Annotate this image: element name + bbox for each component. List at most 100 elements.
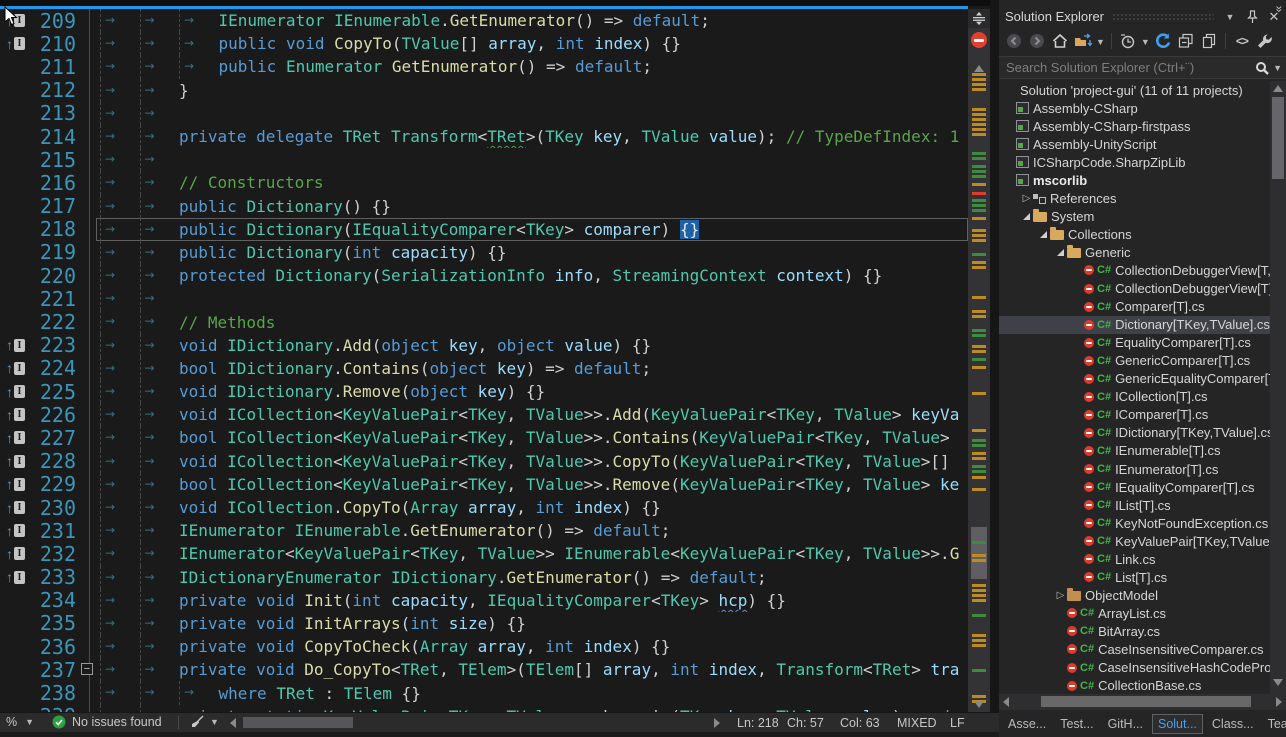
line-number[interactable]: 213: [30, 101, 76, 125]
pending-changes-button[interactable]: [1118, 31, 1138, 51]
line-number[interactable]: 226: [30, 403, 76, 427]
tree-item[interactable]: C#List[T].cs: [999, 568, 1286, 586]
home-button[interactable]: [1050, 31, 1070, 51]
code-cleanup-button[interactable]: ▼: [190, 715, 219, 729]
implements-interface-icon[interactable]: ↑I: [0, 542, 30, 565]
tree-item[interactable]: ICSharpCode.SharpZipLib: [999, 153, 1286, 171]
tree-item[interactable]: C#IEqualityComparer[T].cs: [999, 478, 1286, 496]
tree-item[interactable]: C#Link.cs: [999, 550, 1286, 568]
line-number[interactable]: 234: [30, 588, 76, 612]
implements-interface-icon[interactable]: ↑I: [0, 519, 30, 542]
refresh-button[interactable]: [1153, 31, 1173, 51]
tree-item[interactable]: mscorlib: [999, 171, 1286, 189]
chevron-down-icon[interactable]: ▼: [1273, 63, 1282, 73]
code-line[interactable]: 237−private void Do_CopyTo<TRet, TElem>(…: [0, 658, 968, 681]
code-text[interactable]: void ICollection.CopyTo(Array array, int…: [96, 496, 968, 519]
caret-dropdown[interactable]: ▼: [1141, 33, 1150, 48]
scrollbar-thumb[interactable]: [1041, 696, 1251, 707]
code-line[interactable]: ↑I227bool ICollection<KeyValuePair<TKey,…: [0, 426, 968, 449]
line-number[interactable]: 231: [30, 519, 76, 543]
implements-interface-icon[interactable]: ↑I: [0, 334, 30, 357]
scroll-up-icon[interactable]: [974, 65, 984, 72]
breakpoint-margin[interactable]: [0, 79, 30, 102]
tree-item[interactable]: C#BitArray.cs: [999, 622, 1286, 640]
code-text[interactable]: private void Do_CopyTo<TRet, TElem>(TEle…: [96, 658, 968, 681]
breakpoint-margin[interactable]: [0, 264, 30, 287]
tree-item[interactable]: C#GenericEqualityComparer[T].cs: [999, 370, 1286, 388]
line-number[interactable]: 217: [30, 194, 76, 218]
implements-interface-icon[interactable]: ↑I: [0, 473, 30, 496]
search-input[interactable]: Search Solution Explorer (Ctrl+¨): [1006, 60, 1255, 75]
show-all-files-button[interactable]: [1199, 31, 1219, 51]
code-text[interactable]: void ICollection<KeyValuePair<TKey, TVal…: [96, 403, 968, 426]
tree-item[interactable]: C#GenericComparer[T].cs: [999, 352, 1286, 370]
breakpoint-margin[interactable]: [0, 287, 30, 310]
line-number[interactable]: 210: [30, 32, 76, 56]
code-line[interactable]: ↑I225void IDictionary.Remove(object key)…: [0, 380, 968, 403]
implements-interface-icon[interactable]: ↑I: [0, 380, 30, 403]
code-line[interactable]: ↑I226void ICollection<KeyValuePair<TKey,…: [0, 403, 968, 426]
code-text[interactable]: public Dictionary() {}: [96, 195, 968, 218]
scroll-right-icon[interactable]: [714, 718, 720, 728]
code-text[interactable]: private void Init(int capacity, IEqualit…: [96, 589, 968, 612]
breakpoint-margin[interactable]: [0, 589, 30, 612]
tree-item[interactable]: ▷References: [999, 189, 1286, 207]
code-line[interactable]: 236 private void CopyToCheck(Array array,…: [0, 635, 968, 658]
tree-item[interactable]: C#CollectionDebuggerView[T,U].cs: [999, 261, 1286, 279]
tree-item[interactable]: C#Dictionary[TKey,TValue].cs: [999, 316, 1286, 334]
expanded-arrow-icon[interactable]: [1020, 213, 1033, 220]
line-number[interactable]: 230: [30, 496, 76, 520]
line-number[interactable]: 216: [30, 171, 76, 195]
scroll-left-icon[interactable]: [230, 718, 236, 728]
breakpoint-margin[interactable]: [0, 218, 30, 241]
breakpoint-margin[interactable]: [0, 102, 30, 125]
line-number[interactable]: 229: [30, 472, 76, 496]
line-number[interactable]: 236: [30, 635, 76, 659]
search-icon[interactable]: [1255, 61, 1269, 75]
code-line[interactable]: 221: [0, 287, 968, 310]
code-line[interactable]: ↑I233IDictionaryEnumerator IDictionary.G…: [0, 566, 968, 589]
tree-item[interactable]: C#KeyValuePair[TKey,TValue].cs: [999, 532, 1286, 550]
view-code-button[interactable]: <>: [1232, 31, 1252, 51]
breakpoint-margin[interactable]: [0, 171, 30, 194]
search-box[interactable]: Search Solution Explorer (Ctrl+¨) ▼: [999, 56, 1286, 79]
tree-horizontal-scrollbar[interactable]: [999, 694, 1286, 710]
scroll-up-icon[interactable]: [1273, 85, 1283, 92]
code-line[interactable]: 214private delegate TRet Transform<TRet>…: [0, 125, 968, 148]
scroll-down-icon[interactable]: [1273, 679, 1283, 686]
tree-item[interactable]: Assembly-CSharp: [999, 99, 1286, 117]
tree-item[interactable]: C#CollectionDebuggerView[T].cs: [999, 280, 1286, 298]
breakpoint-margin[interactable]: [0, 681, 30, 704]
code-line[interactable]: 217 public Dictionary() {}: [0, 195, 968, 218]
breakpoint-margin[interactable]: [0, 125, 30, 148]
back-button[interactable]: [1004, 31, 1024, 51]
panel-tab-solut[interactable]: Solut...: [1152, 714, 1203, 734]
tree-item[interactable]: Assembly-CSharp-firstpass: [999, 117, 1286, 135]
tree-item[interactable]: System: [999, 207, 1286, 225]
expanded-arrow-icon[interactable]: [1037, 231, 1050, 238]
code-line[interactable]: 238where TRet : TElem {}: [0, 681, 968, 704]
code-text[interactable]: IEnumerator<KeyValuePair<TKey, TValue>> …: [96, 542, 968, 565]
code-text[interactable]: bool IDictionary.Contains(object key) =>…: [96, 357, 968, 380]
code-line[interactable]: 218public Dictionary(IEqualityComparer<T…: [0, 218, 968, 241]
tree-item[interactable]: ▷ObjectModel: [999, 586, 1286, 604]
line-number[interactable]: 239: [30, 704, 76, 712]
code-text[interactable]: private void CopyToCheck(Array array, in…: [96, 635, 968, 658]
line-number[interactable]: 209: [30, 9, 76, 33]
code-text[interactable]: private static KeyValuePair<TKey, TValue…: [96, 705, 968, 712]
code-line[interactable]: ↑I223void IDictionary.Add(object key, ob…: [0, 334, 968, 357]
scroll-left-icon[interactable]: [1003, 697, 1009, 707]
tree-item[interactable]: Collections: [999, 225, 1286, 243]
code-line[interactable]: ↑I210public void CopyTo(TValue[] array, …: [0, 32, 968, 55]
scroll-down-icon[interactable]: [974, 701, 984, 708]
code-line[interactable]: 222// Methods: [0, 310, 968, 333]
code-text[interactable]: public Dictionary(IEqualityComparer<TKey…: [96, 218, 968, 241]
code-text[interactable]: private delegate TRet Transform<TRet>(TK…: [96, 125, 968, 148]
panel-tab-test[interactable]: Test...: [1055, 715, 1098, 733]
code-line[interactable]: 239 private static KeyValuePair<TKey, TVa…: [0, 705, 968, 712]
caret-dropdown[interactable]: ▼: [1096, 33, 1105, 48]
code-line[interactable]: ↑I230void ICollection.CopyTo(Array array…: [0, 496, 968, 519]
line-number[interactable]: 211: [30, 55, 76, 79]
line-number[interactable]: 238: [30, 681, 76, 705]
code-text[interactable]: private void InitArrays(int size) {}: [96, 612, 968, 635]
